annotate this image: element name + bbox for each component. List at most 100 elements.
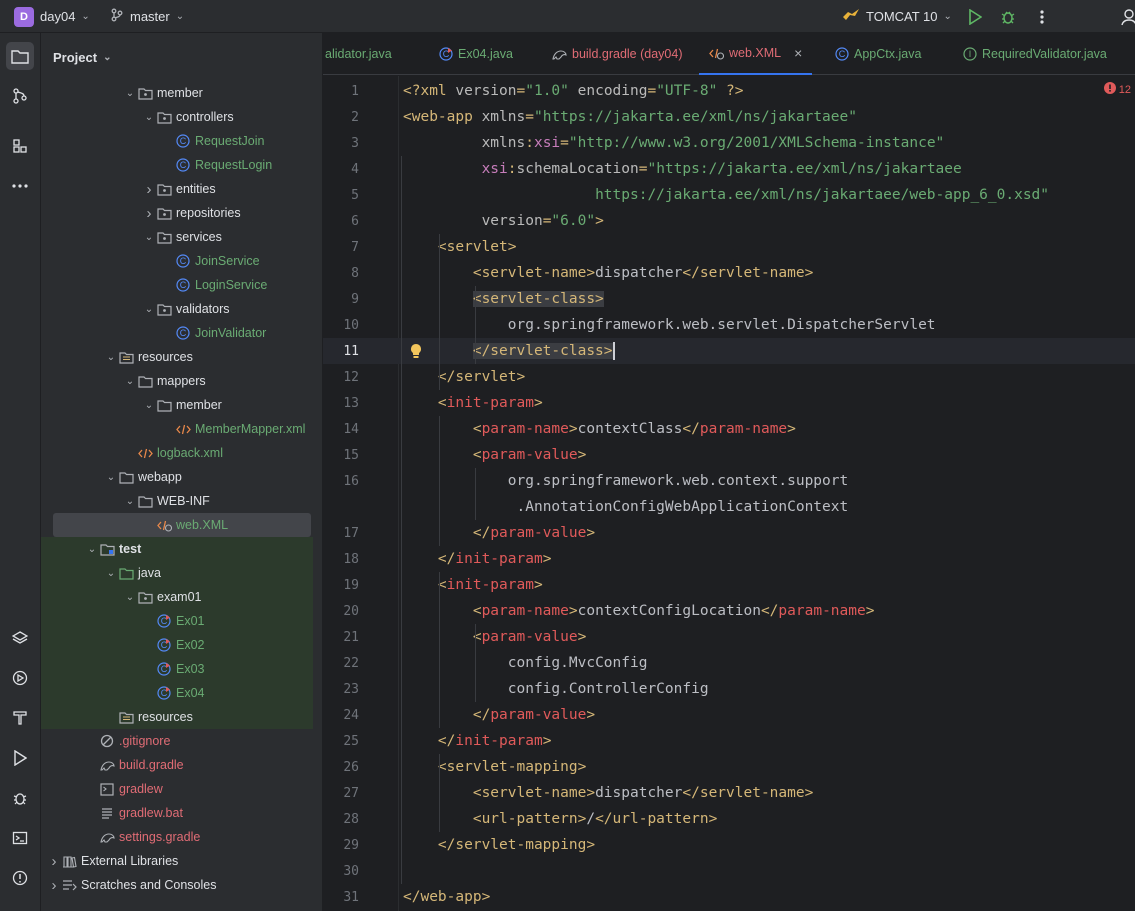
tree-item[interactable]: ⌄ WEB-INF — [41, 489, 313, 513]
code-line[interactable]: 7 <servlet> — [323, 234, 1135, 260]
code-line[interactable]: 4 xsi:schemaLocation="https://jakarta.ee… — [323, 156, 1135, 182]
problems-tool-icon[interactable] — [6, 864, 34, 892]
tree-item[interactable]: ⌄ webapp — [41, 465, 313, 489]
expand-chevron-icon[interactable]: ⌄ — [104, 472, 118, 483]
tree-item[interactable]: C Ex01 — [41, 609, 313, 633]
expand-chevron-icon[interactable]: ⌄ — [85, 544, 99, 555]
tree-item[interactable]: ⌄ controllers — [41, 105, 313, 129]
tree-item[interactable]: C Ex02 — [41, 633, 313, 657]
tree-item[interactable]: C Ex04 — [41, 681, 313, 705]
tree-item[interactable]: C Ex03 — [41, 657, 313, 681]
tree-item[interactable]: web.XML — [53, 513, 311, 537]
tree-item[interactable]: gradlew — [41, 777, 313, 801]
editor-tab[interactable]: I RequiredValidator.java — [953, 33, 1107, 75]
structure-tool-icon[interactable] — [6, 132, 34, 160]
expand-chevron-icon[interactable]: ⌄ — [142, 304, 156, 315]
code-line[interactable]: 31 </web-app> — [323, 884, 1135, 910]
tree-item[interactable]: ⌄ resources — [41, 345, 313, 369]
tree-item[interactable]: ⌄ member — [41, 393, 313, 417]
code-line[interactable]: 16 org.springframework.web.context.suppo… — [323, 468, 1135, 494]
tree-item[interactable]: C LoginService — [41, 273, 313, 297]
code-line[interactable]: 22 config.MvcConfig — [323, 650, 1135, 676]
code-line[interactable]: 15 <param-value> — [323, 442, 1135, 468]
code-line[interactable]: 2 <web-app xmlns="https://jakarta.ee/xml/… — [323, 104, 1135, 130]
code-line[interactable]: 13 <init-param> — [323, 390, 1135, 416]
expand-chevron-icon[interactable]: ⌄ — [123, 496, 137, 507]
tree-item[interactable]: ⌄ member — [41, 81, 313, 105]
tree-item[interactable]: C JoinValidator — [41, 321, 313, 345]
tree-item[interactable]: C JoinService — [41, 249, 313, 273]
branch-switcher[interactable]: master ⌄ — [110, 0, 184, 33]
expand-chevron-icon[interactable]: ⌄ — [142, 400, 156, 411]
code-line[interactable]: 29 </servlet-mapping> — [323, 832, 1135, 858]
tree-item[interactable]: gradlew.bat — [41, 801, 313, 825]
collapse-chevron-icon[interactable]: › — [47, 853, 61, 870]
code-line[interactable]: 24 </param-value> — [323, 702, 1135, 728]
code-line[interactable]: 8 <servlet-name>dispatcher</servlet-name… — [323, 260, 1135, 286]
tree-item[interactable]: settings.gradle — [41, 825, 313, 849]
tree-item[interactable]: ⌄ exam01 — [41, 585, 313, 609]
code-line[interactable]: 19 <init-param> — [323, 572, 1135, 598]
editor-tab[interactable]: alidator.java — [323, 33, 392, 75]
tree-item[interactable]: › Scratches and Consoles — [41, 873, 313, 897]
tree-item[interactable]: › External Libraries — [41, 849, 313, 873]
tree-item[interactable]: ⌄ validators — [41, 297, 313, 321]
tree-item[interactable]: .gitignore — [41, 729, 313, 753]
editor-tab[interactable]: build.gradle (day04) — [542, 33, 683, 75]
tree-item[interactable]: ⌄ mappers — [41, 369, 313, 393]
code-line[interactable]: 10 org.springframework.web.servlet.Dispa… — [323, 312, 1135, 338]
account-icon[interactable] — [1117, 5, 1135, 29]
more-actions-icon[interactable] — [1030, 5, 1054, 29]
editor-tab[interactable]: C Ex04.java — [429, 33, 513, 75]
project-tool-icon[interactable] — [6, 42, 34, 70]
build-tool-icon[interactable] — [6, 704, 34, 732]
expand-chevron-icon[interactable]: ⌄ — [142, 232, 156, 243]
debug-icon[interactable] — [996, 5, 1020, 29]
tree-item[interactable]: C RequestLogin — [41, 153, 313, 177]
tree-item[interactable]: resources — [41, 705, 313, 729]
code-line[interactable]: 18 </init-param> — [323, 546, 1135, 572]
code-line[interactable]: 3 xmlns:xsi="http://www.w3.org/2001/XMLS… — [323, 130, 1135, 156]
code-line[interactable]: 12 </servlet> — [323, 364, 1135, 390]
editor-tab[interactable]: C AppCtx.java — [825, 33, 921, 75]
code-line[interactable]: 1 <?xml version="1.0" encoding="UTF-8" ?> — [323, 78, 1135, 104]
services-tool-icon[interactable] — [6, 664, 34, 692]
run-config-selector[interactable]: TOMCAT 10 ⌄ — [842, 0, 952, 33]
code-line[interactable]: .AnnotationConfigWebApplicationContext — [323, 494, 1135, 520]
code-line[interactable]: 11 </servlet-class> — [323, 338, 1135, 364]
layers-tool-icon[interactable] — [6, 624, 34, 652]
code-line[interactable]: 23 config.ControllerConfig — [323, 676, 1135, 702]
more-tools-icon[interactable] — [6, 172, 34, 200]
code-line[interactable]: 9 <servlet-class> — [323, 286, 1135, 312]
code-line[interactable]: 21 <param-value> — [323, 624, 1135, 650]
tree-item[interactable]: ⌄ services — [41, 225, 313, 249]
expand-chevron-icon[interactable]: ⌄ — [142, 112, 156, 123]
tree-item[interactable]: C RequestJoin — [41, 129, 313, 153]
project-switcher[interactable]: D day04 ⌄ — [14, 0, 90, 33]
code-line[interactable]: 5 https://jakarta.ee/xml/ns/jakartaee/we… — [323, 182, 1135, 208]
expand-chevron-icon[interactable]: ⌄ — [104, 352, 118, 363]
run-tool-icon[interactable] — [6, 744, 34, 772]
tree-item[interactable]: › entities — [41, 177, 313, 201]
expand-chevron-icon[interactable]: ⌄ — [104, 568, 118, 579]
code-line[interactable]: 14 <param-name>contextClass</param-name> — [323, 416, 1135, 442]
tree-item[interactable]: ⌄ test — [41, 537, 313, 561]
tree-item[interactable]: MemberMapper.xml — [41, 417, 313, 441]
expand-chevron-icon[interactable]: ⌄ — [123, 88, 137, 99]
commit-tool-icon[interactable] — [6, 82, 34, 110]
collapse-chevron-icon[interactable]: › — [47, 877, 61, 894]
tree-item[interactable]: ⌄ java — [41, 561, 313, 585]
tree-item[interactable]: logback.xml — [41, 441, 313, 465]
close-tab-icon[interactable]: × — [794, 45, 802, 61]
code-line[interactable]: 26 <servlet-mapping> — [323, 754, 1135, 780]
expand-chevron-icon[interactable]: ⌄ — [123, 592, 137, 603]
code-line[interactable]: 28 <url-pattern>/</url-pattern> — [323, 806, 1135, 832]
collapse-chevron-icon[interactable]: › — [142, 181, 156, 198]
expand-chevron-icon[interactable]: ⌄ — [123, 376, 137, 387]
project-panel-header[interactable]: Project ⌄ — [41, 33, 322, 81]
tree-item[interactable]: build.gradle — [41, 753, 313, 777]
code-line[interactable]: 30 — [323, 858, 1135, 884]
code-line[interactable]: 25 </init-param> — [323, 728, 1135, 754]
terminal-tool-icon[interactable] — [6, 824, 34, 852]
code-line[interactable]: 17 </param-value> — [323, 520, 1135, 546]
